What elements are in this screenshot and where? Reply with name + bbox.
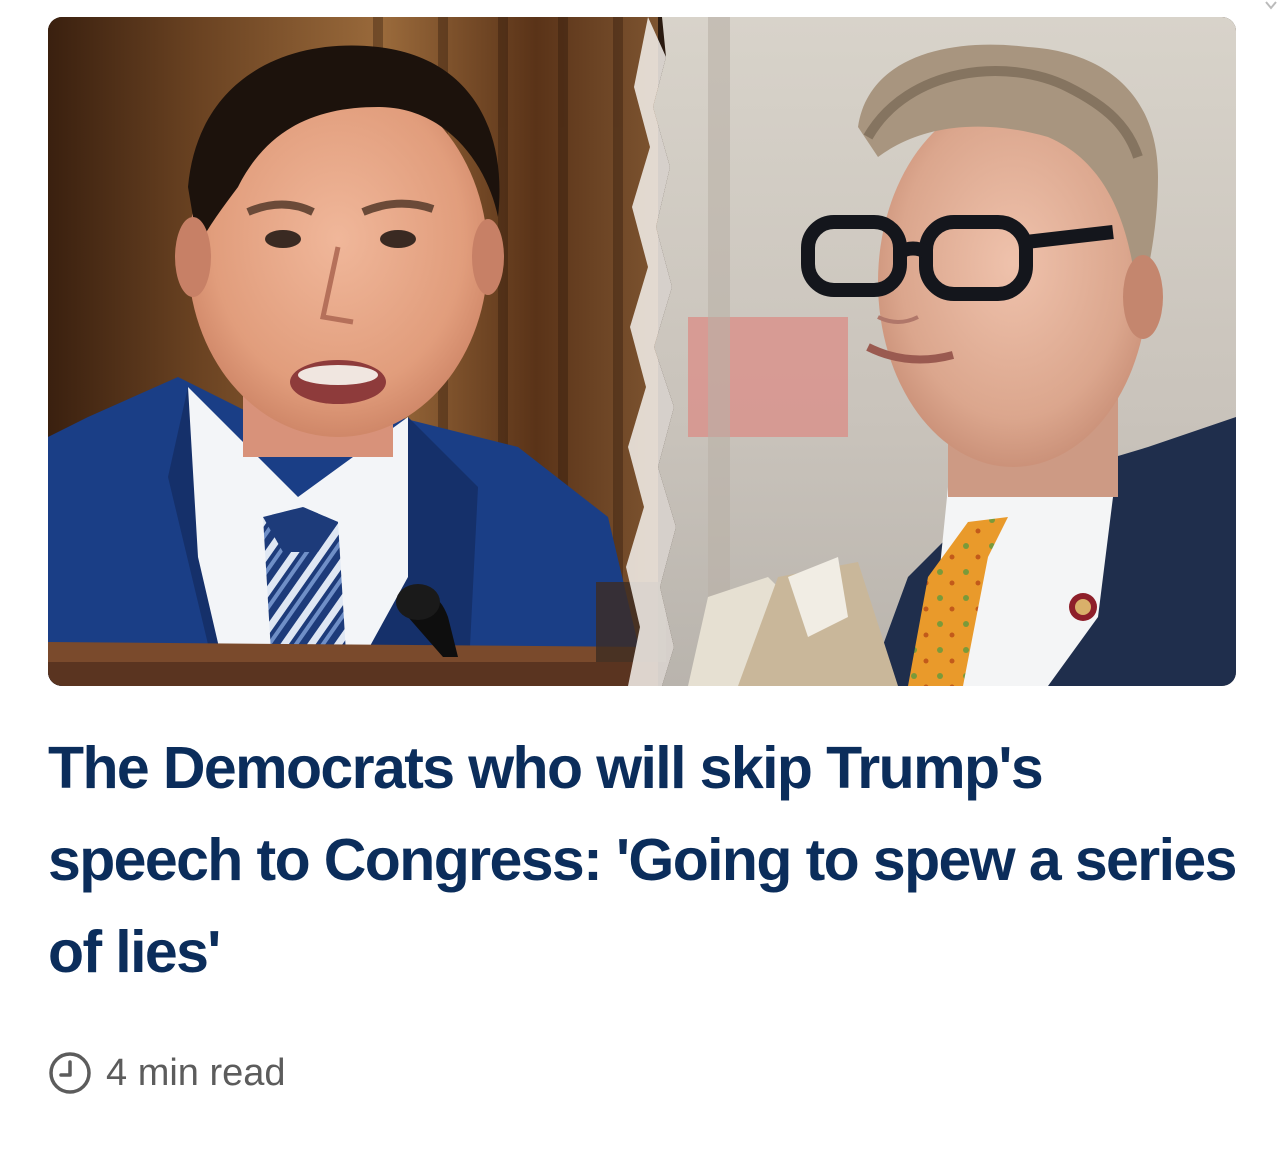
article-headline[interactable]: The Democrats who will skip Trump's spee… <box>48 722 1237 998</box>
article-card[interactable]: The Democrats who will skip Trump's spee… <box>0 0 1284 1158</box>
read-time-label: 4 min read <box>106 1051 286 1094</box>
hero-photo-composite <box>48 17 1236 686</box>
scroll-edge-indicator <box>1265 1 1277 10</box>
right-photo-panel <box>653 17 1236 686</box>
clock-icon <box>49 1052 91 1094</box>
article-hero-image[interactable] <box>48 17 1236 686</box>
read-time-row: 4 min read <box>48 1047 286 1099</box>
left-photo-panel <box>48 17 666 686</box>
